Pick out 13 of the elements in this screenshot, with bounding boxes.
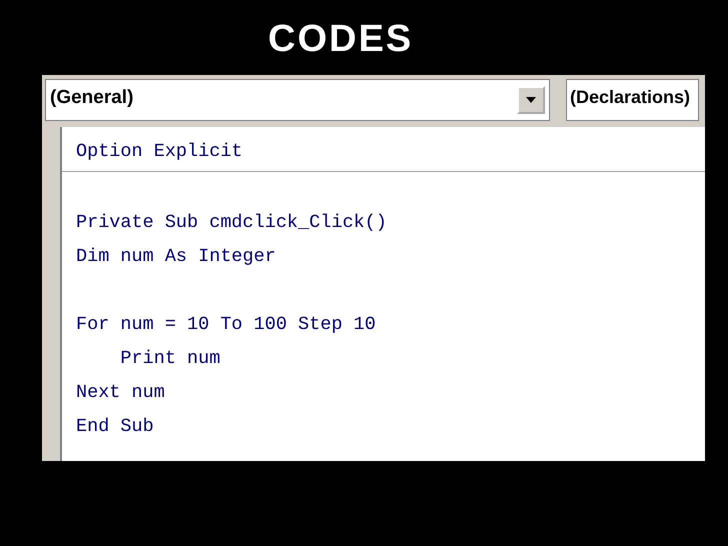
caret-icon <box>526 97 536 103</box>
dropdown-button[interactable] <box>517 86 545 114</box>
code-line: For num = 10 To 100 Step 10 <box>75 313 376 337</box>
code-line: Option Explicit <box>75 140 243 164</box>
object-dropdown[interactable]: (General) <box>45 79 550 121</box>
code-line: Dim num As Integer <box>75 245 276 269</box>
dropdown-text: (General) <box>50 86 134 110</box>
slide-title: CODES <box>268 17 414 62</box>
code-line: Print num <box>119 347 220 371</box>
code-line: End Sub <box>75 415 154 439</box>
procedure-dropdown[interactable]: (Declarations) <box>566 79 699 121</box>
code-line: Private Sub cmdclick_Click() <box>75 211 387 235</box>
code-line: Next num <box>75 381 165 405</box>
